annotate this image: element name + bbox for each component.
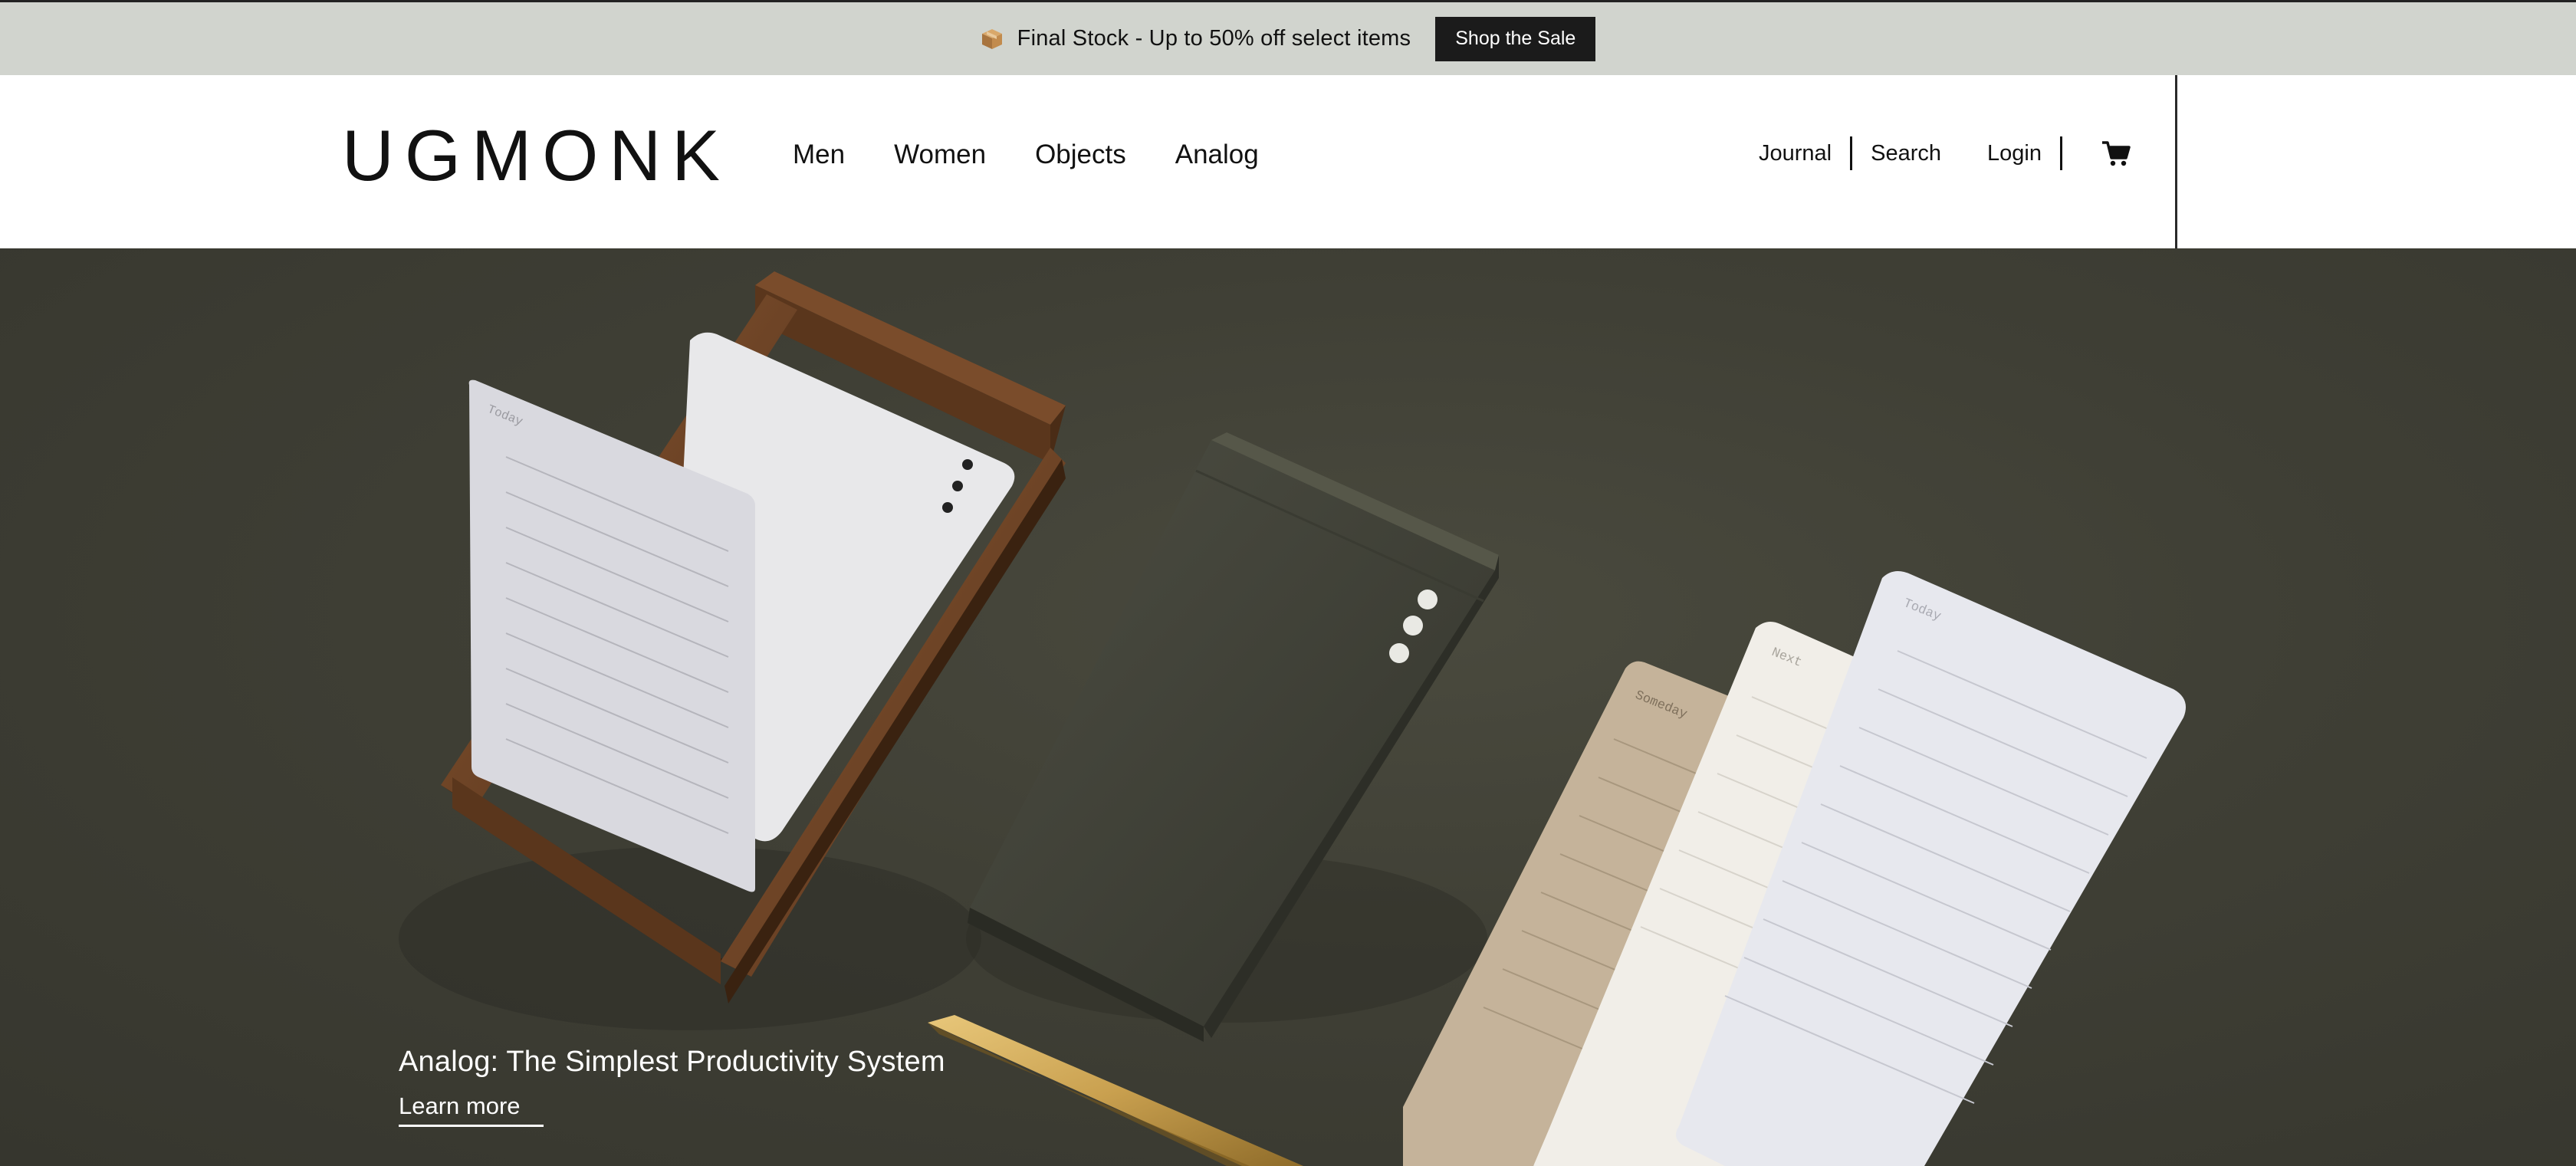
header-divider	[2175, 75, 2177, 248]
divider	[1850, 136, 1853, 170]
hero-product-image: Today Someday Next Today	[399, 271, 2187, 1166]
hero-title: Analog: The Simplest Productivity System	[399, 1046, 945, 1078]
cart-icon[interactable]	[2101, 138, 2131, 169]
nav-item-objects[interactable]: Objects	[1035, 140, 1126, 170]
site-header: UGMONK Men Women Objects Analog Journal …	[0, 75, 2576, 248]
nav-item-women[interactable]: Women	[894, 140, 986, 170]
utility-nav: Journal Search Login	[1759, 136, 2131, 170]
main-nav: Men Women Objects Analog	[793, 140, 1308, 170]
nav-item-analog[interactable]: Analog	[1175, 140, 1259, 170]
search-link[interactable]: Search	[1871, 141, 1941, 166]
learn-more-link[interactable]: Learn more	[399, 1092, 544, 1127]
box-icon	[981, 28, 1004, 51]
login-link[interactable]: Login	[1987, 141, 2042, 166]
announcement-bar: Final Stock - Up to 50% off select items…	[0, 0, 2576, 75]
hero-caption: Analog: The Simplest Productivity System…	[399, 1046, 945, 1127]
announcement-message: Final Stock - Up to 50% off select items	[1017, 26, 1411, 51]
journal-link[interactable]: Journal	[1759, 141, 1832, 166]
brass-pen	[928, 1015, 1303, 1166]
logo[interactable]: UGMONK	[342, 120, 731, 192]
divider	[2060, 136, 2062, 170]
shop-the-sale-button[interactable]: Shop the Sale	[1435, 16, 1596, 61]
hero-banner[interactable]: Today Someday Next Today Analog: The Sim…	[0, 248, 2576, 1166]
nav-item-men[interactable]: Men	[793, 140, 845, 170]
